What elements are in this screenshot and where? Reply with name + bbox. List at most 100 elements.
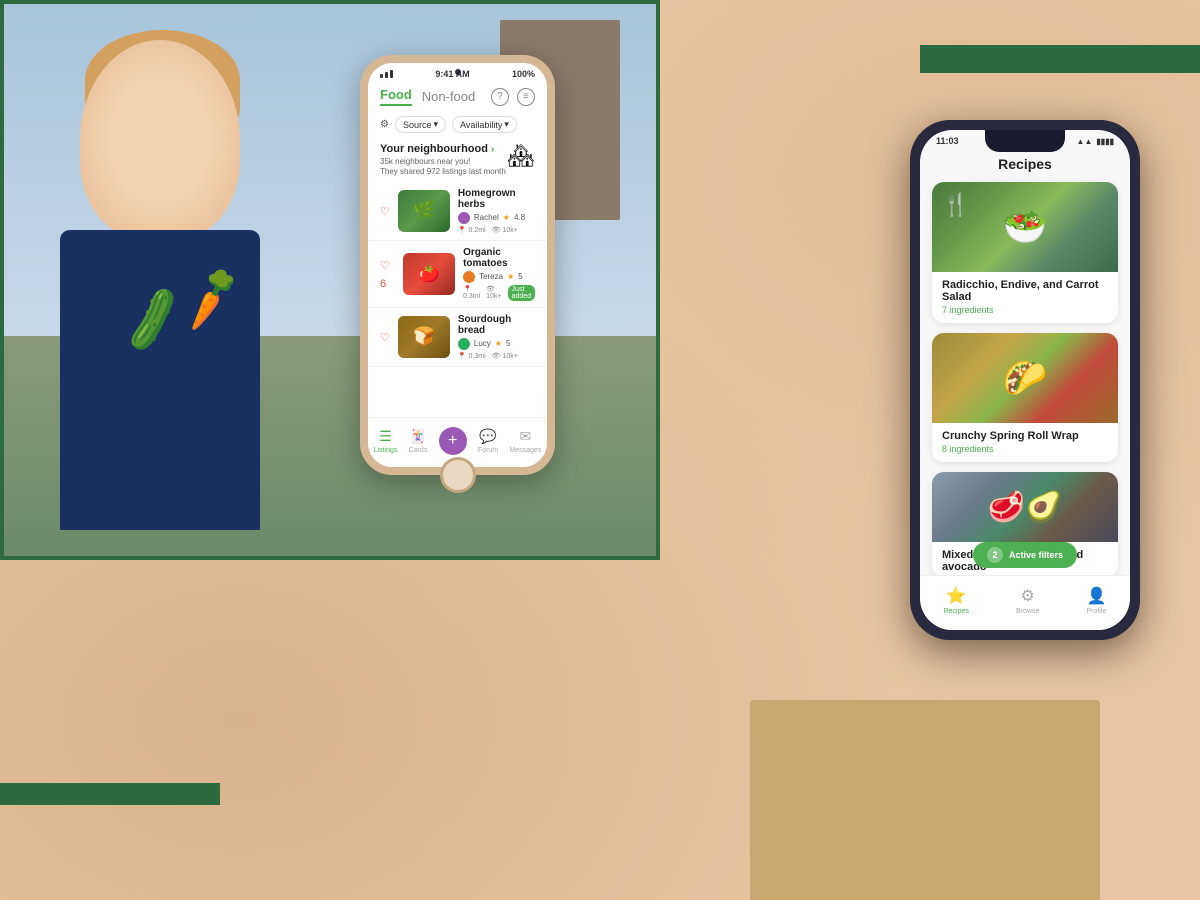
tab-food[interactable]: Food bbox=[380, 87, 412, 106]
recipe-card-2[interactable]: 🌮 Crunchy Spring Roll Wrap 8 ingredients bbox=[932, 333, 1118, 462]
profile-label: Profile bbox=[1087, 608, 1107, 615]
active-filters-badge[interactable]: 2 Active filters bbox=[973, 542, 1077, 568]
status-battery: 100% bbox=[512, 69, 535, 79]
listing-info-2: Organic tomatoes Tereza ★ 5 📍 0.3mi 👁 10… bbox=[463, 247, 535, 301]
count-1: 👁 10k+ bbox=[492, 226, 518, 234]
listing-meta2-2: 📍 0.3mi 👁 10k+ Just added bbox=[463, 285, 535, 301]
listing-item[interactable]: ♡ 🌿 Homegrown herbs Rachel ★ 4.8 📍 0.2mi bbox=[368, 182, 547, 241]
listing-meta-2: Tereza ★ 5 bbox=[463, 271, 535, 283]
recipe-info-1: Radicchio, Endive, and Carrot Salad 7 in… bbox=[932, 272, 1118, 323]
seller-name-3: Lucy bbox=[474, 339, 491, 348]
recipe-img-salad: 🍴 🥗 bbox=[932, 182, 1118, 272]
listing-meta2-3: 📍 0.3mi 👁 10k+ bbox=[458, 352, 535, 360]
listing-item-2[interactable]: ♡ 6 🍅 Organic tomatoes Tereza ★ 5 📍 0.3m… bbox=[368, 241, 547, 308]
battery-icon: ▮▮▮▮ bbox=[1096, 137, 1114, 146]
recipes-title: Recipes bbox=[936, 156, 1114, 172]
browse-icon: ⚙ bbox=[1021, 586, 1035, 606]
listing-thumb-bread: 🍞 bbox=[398, 316, 450, 358]
distance-2: 📍 0.3mi bbox=[463, 285, 480, 300]
listing-thumb-tomatoes: 🍅 bbox=[403, 253, 455, 295]
messages-icon: ✉ bbox=[520, 428, 532, 445]
recipes-header: Recipes bbox=[920, 148, 1130, 182]
star-icon-3: ★ bbox=[495, 339, 502, 348]
recipe-img-wrap: 🌮 bbox=[932, 333, 1118, 423]
nav-forum[interactable]: 💬 Forum bbox=[478, 428, 498, 454]
seller-avatar-2 bbox=[463, 271, 475, 283]
add-button[interactable]: + bbox=[439, 427, 467, 455]
phone1: 9:41 AM 100% Food Non-food ? ≡ ⚙ Source bbox=[360, 55, 555, 475]
filter-bar: ⚙ Source ▾ Availability ▾ bbox=[368, 112, 547, 137]
recipe-img-steak: 🥩🥑 bbox=[932, 472, 1118, 542]
neighbourhood-subtitle: 35k neighbours near you! They shared 972… bbox=[380, 157, 506, 178]
menu-icon[interactable]: ≡ bbox=[517, 88, 535, 106]
signal-bar-1 bbox=[380, 74, 383, 78]
badge-new: Just added bbox=[508, 285, 535, 301]
nav-messages[interactable]: ✉ Messages bbox=[509, 428, 541, 454]
listing-meta-1: Rachel ★ 4.8 bbox=[458, 212, 535, 224]
recipes-nav-label: Recipes bbox=[944, 608, 969, 615]
rating-1: 4.8 bbox=[514, 213, 525, 222]
recipes-nav-icon: ⭐ bbox=[946, 586, 966, 606]
listing-meta-3: Lucy ★ 5 bbox=[458, 338, 535, 350]
phone2-container: 11:03 ▲▲ ▮▮▮▮ Recipes 🍴 🥗 Radicchio, End bbox=[910, 120, 1140, 640]
arrow-icon: › bbox=[491, 144, 494, 155]
hero-photo: 🥒🥕 bbox=[0, 0, 660, 560]
app-icons: ? ≡ bbox=[491, 88, 535, 106]
nav-browse[interactable]: ⚙ Browse bbox=[1016, 586, 1039, 615]
recipe-card-1[interactable]: 🍴 🥗 Radicchio, Endive, and Carrot Salad … bbox=[932, 182, 1118, 323]
listing-heart-2[interactable]: ♡ 6 bbox=[380, 256, 395, 292]
rating-2: 5 bbox=[518, 272, 522, 281]
phone1-container: 9:41 AM 100% Food Non-food ? ≡ ⚙ Source bbox=[360, 55, 555, 475]
heart-icon-2[interactable]: ♡ 6 bbox=[380, 260, 390, 290]
signal-bar-2 bbox=[385, 72, 388, 78]
tan-decoration bbox=[750, 700, 1100, 900]
browse-label: Browse bbox=[1016, 608, 1039, 615]
listing-thumb-herbs: 🌿 bbox=[398, 190, 450, 232]
home-button[interactable] bbox=[440, 457, 476, 493]
active-filters-label: Active filters bbox=[1009, 550, 1063, 560]
star-icon-1: ★ bbox=[503, 213, 510, 222]
phone2-screen: 11:03 ▲▲ ▮▮▮▮ Recipes 🍴 🥗 Radicchio, End bbox=[920, 130, 1130, 630]
heart-icon-1[interactable]: ♡ bbox=[380, 206, 390, 218]
messages-label: Messages bbox=[509, 447, 541, 454]
signal-bars bbox=[380, 70, 393, 78]
filter-icon: ⚙ bbox=[380, 119, 389, 130]
recipe-ingredients-2: 8 ingredients bbox=[942, 444, 1108, 454]
listing-title-1: Homegrown herbs bbox=[458, 188, 535, 210]
forum-label: Forum bbox=[478, 447, 498, 454]
profile-icon: 👤 bbox=[1086, 586, 1106, 606]
tab-nonfood[interactable]: Non-food bbox=[422, 89, 475, 104]
distance-1: 📍 0.2mi bbox=[458, 226, 486, 234]
seller-avatar-3 bbox=[458, 338, 470, 350]
listings-label: Listings bbox=[374, 447, 398, 454]
nav-profile[interactable]: 👤 Profile bbox=[1086, 586, 1106, 615]
listing-heart-3[interactable]: ♡ bbox=[380, 328, 390, 346]
rating-3: 5 bbox=[506, 339, 510, 348]
seller-name-2: Tereza bbox=[479, 272, 503, 281]
seller-avatar-1 bbox=[458, 212, 470, 224]
listings-icon: ☰ bbox=[379, 428, 392, 445]
listing-heart-1[interactable]: ♡ bbox=[380, 202, 390, 220]
listing-title-3: Sourdough bread bbox=[458, 314, 535, 336]
listing-meta2-1: 📍 0.2mi 👁 10k+ bbox=[458, 226, 535, 234]
phone2: 11:03 ▲▲ ▮▮▮▮ Recipes 🍴 🥗 Radicchio, End bbox=[910, 120, 1140, 640]
neighbourhood-title[interactable]: Your neighbourhood › bbox=[380, 143, 506, 155]
listing-info-3: Sourdough bread Lucy ★ 5 📍 0.3mi 👁 10k+ bbox=[458, 314, 535, 360]
source-filter[interactable]: Source ▾ bbox=[395, 116, 446, 133]
phone1-screen: 9:41 AM 100% Food Non-food ? ≡ ⚙ Source bbox=[368, 63, 547, 467]
listing-item-3[interactable]: ♡ 🍞 Sourdough bread Lucy ★ 5 📍 0.3mi bbox=[368, 308, 547, 367]
distance-3: 📍 0.3mi bbox=[458, 352, 486, 360]
neighbourhood-text: Your neighbourhood › 35k neighbours near… bbox=[380, 143, 506, 178]
nav-cards[interactable]: 🃏 Cards bbox=[409, 428, 428, 454]
count-3: 👁 10k+ bbox=[492, 352, 518, 360]
recipe-ingredients-1: 7 ingredients bbox=[942, 305, 1108, 315]
wifi-icon: ▲▲ bbox=[1077, 137, 1093, 146]
nav-listings[interactable]: ☰ Listings bbox=[374, 428, 398, 454]
nav-recipes[interactable]: ⭐ Recipes bbox=[944, 586, 969, 615]
heart-icon-3[interactable]: ♡ bbox=[380, 332, 390, 344]
accent-bar-top bbox=[920, 45, 1200, 73]
availability-filter[interactable]: Availability ▾ bbox=[452, 116, 517, 133]
help-icon[interactable]: ? bbox=[491, 88, 509, 106]
signal-bar-3 bbox=[390, 70, 393, 78]
listing-info-1: Homegrown herbs Rachel ★ 4.8 📍 0.2mi 👁 1… bbox=[458, 188, 535, 234]
